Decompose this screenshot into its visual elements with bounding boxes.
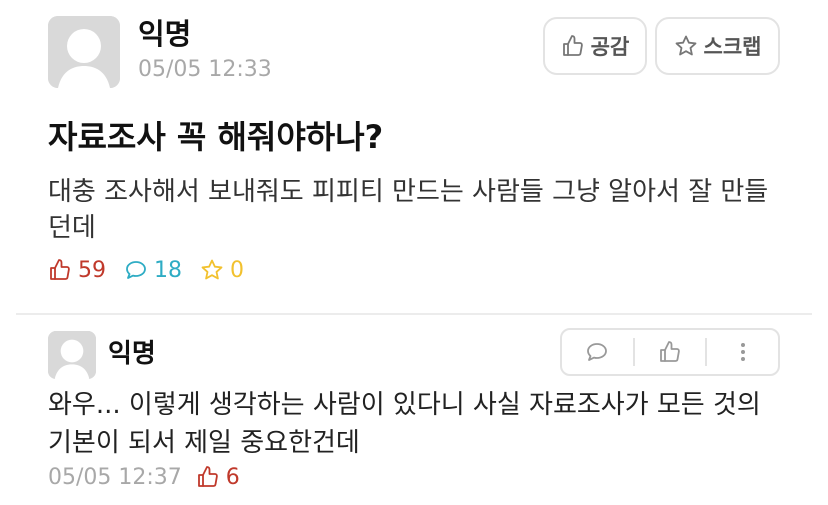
star-icon [675,35,696,56]
like-button-label: 공감 [590,35,630,59]
comment-author: 익명 [108,339,156,369]
post-body: 대충 조사해서 보내줘도 피피티 만드는 사람들 그냥 알아서 잘 만들던데 [48,177,769,243]
comment-actions [560,328,780,376]
thumbs-up-icon [562,35,583,56]
more-vertical-icon [740,343,745,361]
post-timestamp: 05/05 12:33 [138,57,272,82]
speech-bubble-icon [126,261,146,279]
default-avatar-icon [48,331,96,379]
star-icon [201,259,223,280]
reply-button[interactable] [562,330,633,374]
like-count-value: 59 [78,257,106,283]
thumbs-up-icon [197,466,218,487]
comment-body: 와우... 이렇게 생각하는 사람이 있다니 사실 자료조사가 모든 것의 기본… [48,390,761,458]
post-title: 자료조사 꼭 해줘야하나? [48,118,384,156]
more-options-button[interactable] [705,338,778,366]
comment-like-count-value: 6 [225,464,240,490]
like-count: 59 [48,258,106,283]
post-stats: 59 18 0 [48,255,262,285]
default-avatar-icon [48,16,120,88]
scrap-button[interactable]: 스크랩 [655,17,780,75]
like-button[interactable]: 공감 [543,17,647,75]
thumbs-up-icon [660,341,680,362]
speech-bubble-icon [587,343,608,361]
scrap-count-value: 0 [230,257,244,283]
post-author: 익명 [138,17,192,51]
comment-like-button[interactable] [632,338,706,366]
comment-timestamp: 05/05 12:37 [48,464,182,490]
comment-like-count: 6 [196,465,240,490]
divider [16,313,812,315]
scrap-count: 0 [200,258,244,283]
comment-count-value: 18 [154,257,182,283]
post: 익명 05/05 12:33 공감 스크랩 자료조사 꼭 해줘야하나? 대충 조… [0,0,828,312]
thumbs-up-icon [50,259,70,280]
comment-meta: 05/05 12:37 6 [48,462,240,492]
scrap-button-label: 스크랩 [703,35,762,59]
comment-count: 18 [124,258,182,283]
